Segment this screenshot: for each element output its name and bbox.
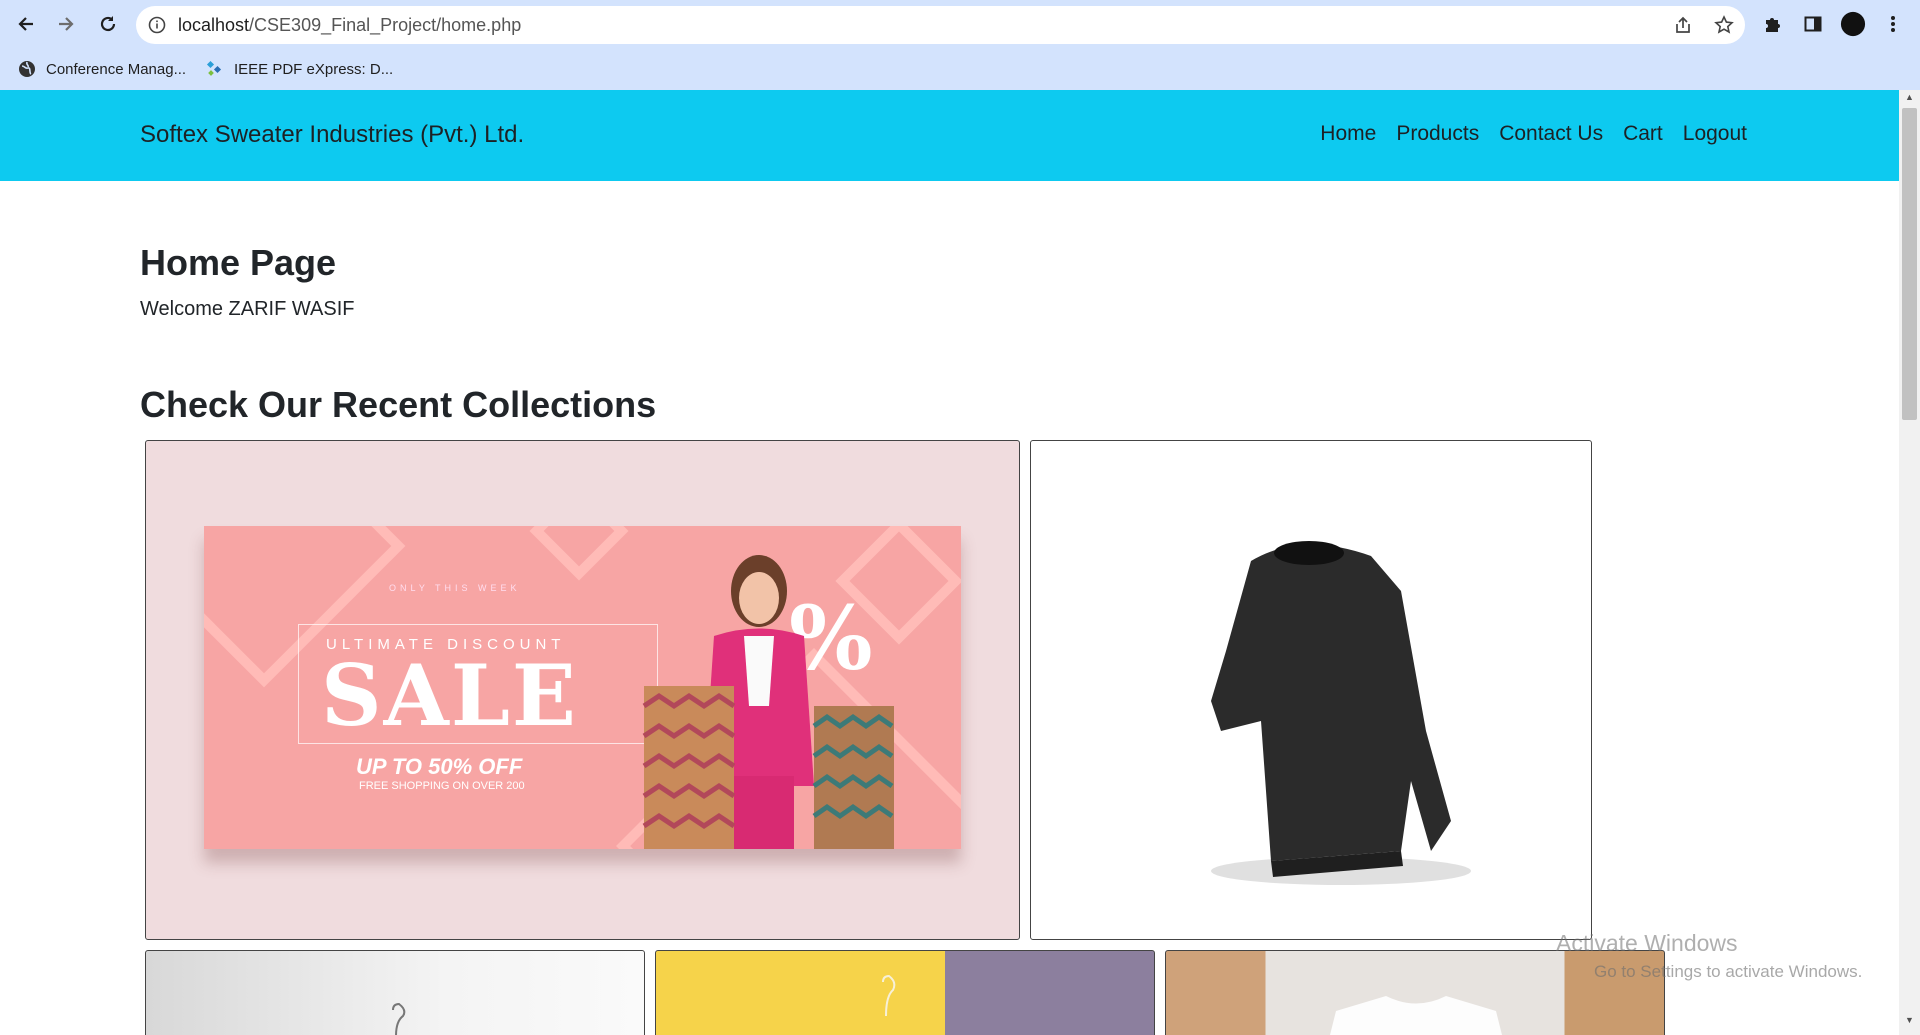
activate-windows-title: Activate Windows	[1556, 930, 1738, 956]
banner-offer-text: UP TO 50% OFF	[356, 754, 523, 779]
shopping-bag	[812, 706, 894, 849]
banner-sale-text: SALE	[321, 646, 578, 745]
scroll-up-icon[interactable]: ▲	[1899, 92, 1920, 108]
puzzle-icon	[1766, 18, 1780, 32]
forward-button[interactable]	[48, 8, 84, 40]
reload-icon	[100, 16, 116, 32]
address-bar[interactable]: localhost/CSE309_Final_Project/home.php	[136, 6, 1745, 44]
scroll-thumb[interactable]	[1902, 108, 1917, 420]
collection-card-knitwear[interactable]	[1165, 950, 1665, 1035]
shopper-woman-illustration	[642, 555, 894, 849]
welcome-message: Welcome ZARIF WASIF	[140, 298, 355, 320]
nav-link-products[interactable]: Products	[1396, 122, 1479, 146]
collection-card-sweater[interactable]	[1030, 440, 1592, 940]
profile-button[interactable]	[1840, 11, 1866, 37]
banner-free-text: FREE SHOPPING ON OVER 200	[359, 780, 525, 792]
browser-chrome: localhost/CSE309_Final_Project/home.php …	[0, 0, 1920, 90]
collections-heading: Check Our Recent Collections	[140, 384, 657, 425]
hanger-icon	[882, 974, 896, 1017]
nav-link-cart[interactable]: Cart	[1623, 122, 1663, 146]
forward-arrow-icon	[59, 17, 74, 31]
bookmark-star-icon[interactable]	[1714, 15, 1734, 35]
white-tshirt-image	[1330, 996, 1502, 1035]
url-text[interactable]: localhost/CSE309_Final_Project/home.php	[178, 15, 521, 36]
page-scrollbar[interactable]: ▲ ▼	[1899, 90, 1920, 1035]
bookmark-conference[interactable]: Conference Manag...	[18, 56, 186, 82]
nav-link-logout[interactable]: Logout	[1683, 122, 1747, 146]
side-panel-button[interactable]	[1800, 11, 1826, 37]
back-arrow-icon	[18, 17, 33, 31]
collection-card-sale[interactable]: ONLY THIS WEEK ULTIMATE DISCOUNT SALE UP…	[145, 440, 1020, 940]
shopping-bag	[642, 686, 736, 849]
site-info-icon[interactable]	[148, 16, 166, 34]
bookmark-label: IEEE PDF eXpress: D...	[234, 60, 394, 78]
site-navbar: Softex Sweater Industries (Pvt.) Ltd. Ho…	[0, 90, 1899, 181]
activate-windows-subtitle: Go to Settings to activate Windows.	[1594, 962, 1863, 981]
nav-links: Home Products Contact Us Cart Logout	[1320, 122, 1747, 146]
url-path: /CSE309_Final_Project/home.php	[249, 15, 522, 35]
back-button[interactable]	[8, 8, 44, 40]
globe-icon	[19, 61, 35, 77]
avatar	[1840, 11, 1866, 37]
black-sweater-image	[1211, 541, 1471, 885]
sale-banner-image: ONLY THIS WEEK ULTIMATE DISCOUNT SALE UP…	[204, 526, 961, 849]
brand-name[interactable]: Softex Sweater Industries (Pvt.) Ltd.	[140, 121, 524, 149]
collection-card-yellow-hanger[interactable]	[655, 950, 1155, 1035]
extensions-button[interactable]	[1760, 11, 1786, 37]
menu-button[interactable]	[1880, 11, 1906, 37]
collection-card-white-hanger[interactable]	[145, 950, 645, 1035]
reload-button[interactable]	[90, 8, 126, 40]
banner-small-text: ONLY THIS WEEK	[389, 583, 521, 593]
bookmarks-bar: Conference Manag... IEEE PDF eXpress: D.…	[0, 52, 1920, 84]
scroll-down-icon[interactable]: ▼	[1899, 1015, 1920, 1031]
page-title: Home Page	[140, 242, 337, 283]
side-panel-icon	[1804, 16, 1822, 32]
bookmark-label: Conference Manag...	[46, 60, 187, 78]
page-viewport: Softex Sweater Industries (Pvt.) Ltd. Ho…	[0, 90, 1899, 1035]
ieee-icon	[206, 60, 222, 76]
bookmark-ieee[interactable]: IEEE PDF eXpress: D...	[206, 56, 393, 82]
share-icon[interactable]	[1673, 15, 1693, 35]
nav-link-contact-us[interactable]: Contact Us	[1499, 122, 1603, 146]
url-host: localhost	[178, 15, 250, 35]
more-vertical-icon	[1891, 16, 1895, 32]
nav-link-home[interactable]: Home	[1320, 122, 1376, 146]
hanger-icon	[392, 1002, 406, 1035]
